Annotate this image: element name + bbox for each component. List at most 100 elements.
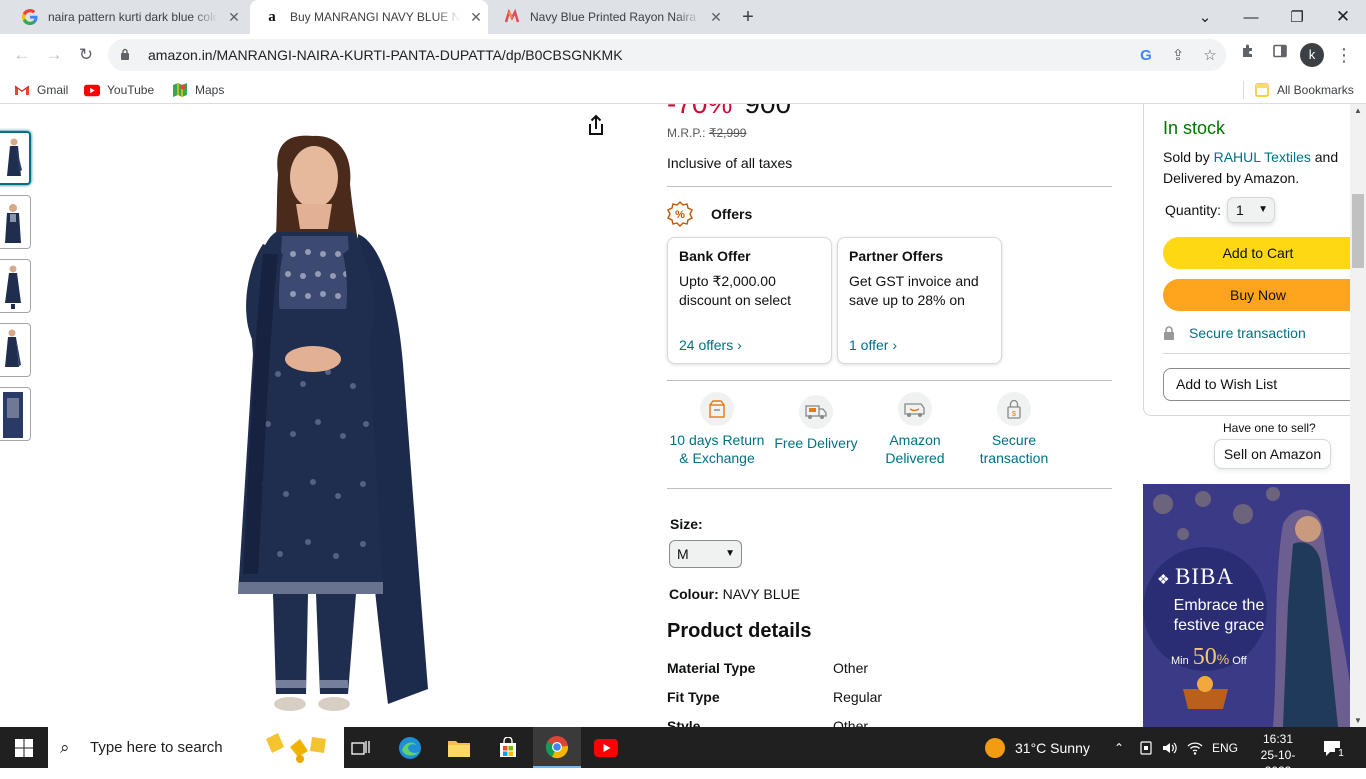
maps-icon <box>172 82 188 98</box>
chevron-down-icon: ▼ <box>725 548 735 559</box>
side-panel-icon[interactable] <box>1268 43 1292 67</box>
scroll-up-arrow-icon[interactable]: ▲ <box>1350 106 1366 115</box>
secure-lock-icon: $ <box>997 392 1031 426</box>
ad-tagline: Embrace the festive grace <box>1157 596 1281 636</box>
amazon-product-page: -70% 900 M.R.P.: ₹2,999 Inclusive of all … <box>0 104 1350 727</box>
offer-card-bank[interactable]: Bank Offer Upto ₹2,000.00 discount on se… <box>667 237 832 364</box>
ad-percent: 50 <box>1192 644 1217 670</box>
weather-text: 31°C Sunny <box>1015 739 1090 756</box>
forward-arrow-icon[interactable]: → <box>42 43 66 67</box>
device-icon[interactable] <box>1139 727 1153 768</box>
all-bookmarks-label: All Bookmarks <box>1277 83 1354 97</box>
tab-myntra[interactable]: Navy Blue Printed Rayon Naira Cut ✕ <box>490 0 730 34</box>
thumbnail-4[interactable] <box>0 323 31 377</box>
notification-center-icon[interactable]: 1 <box>1322 727 1347 768</box>
offer-link[interactable]: 1 offer › <box>849 337 897 353</box>
scrollbar-thumb[interactable] <box>1352 194 1364 268</box>
folder-icon <box>1254 82 1270 98</box>
offer-card-partner[interactable]: Partner Offers Get GST invoice and save … <box>837 237 1002 364</box>
scroll-down-arrow-icon[interactable]: ▼ <box>1350 716 1366 725</box>
offer-link[interactable]: 24 offers › <box>679 337 742 353</box>
price-value: 900 <box>744 104 791 119</box>
volume-icon[interactable] <box>1162 727 1178 768</box>
model-in-kurti-image <box>238 135 428 711</box>
youtube-app-icon[interactable] <box>582 727 630 768</box>
bookmark-maps[interactable]: Maps <box>172 81 224 99</box>
thumbnail-1[interactable] <box>0 131 31 185</box>
task-view-icon[interactable] <box>337 727 385 768</box>
close-tab-icon[interactable]: ✕ <box>466 9 486 26</box>
microsoft-store-icon[interactable] <box>484 727 532 768</box>
close-tab-icon[interactable]: ✕ <box>224 9 244 26</box>
divider <box>667 380 1112 381</box>
buy-now-button[interactable]: Buy Now <box>1163 279 1350 311</box>
secure-label: Secure transaction <box>1189 325 1306 341</box>
size-dropdown[interactable]: M ▼ <box>669 540 742 568</box>
share-page-icon[interactable]: ⇪ <box>1162 46 1194 64</box>
weather-widget[interactable]: 31°C Sunny <box>985 727 1090 768</box>
main-product-image[interactable] <box>38 104 624 727</box>
sun-icon <box>985 737 1005 758</box>
chevron-down-icon: ▼ <box>1258 204 1269 215</box>
add-to-cart-button[interactable]: Add to Cart <box>1163 237 1350 269</box>
windows-taskbar: ⌕ Type here to search 31°C Sunny ⌃ ENG 1… <box>0 727 1366 778</box>
badge-free-delivery[interactable]: Free Delivery <box>766 395 866 452</box>
badge-secure[interactable]: $ Secure transaction <box>964 392 1064 467</box>
thumbnail-3[interactable] <box>0 259 31 313</box>
svg-text:$: $ <box>1012 411 1016 418</box>
taskbar-search-box[interactable]: ⌕ Type here to search <box>48 727 344 768</box>
bookmark-star-icon[interactable]: ☆ <box>1194 46 1226 64</box>
offer-body: Upto ₹2,000.00 discount on select Credit… <box>679 273 792 308</box>
secure-transaction-link[interactable]: Secure transaction <box>1163 325 1306 341</box>
page-scrollbar[interactable]: ▲ ▼ <box>1350 104 1366 727</box>
bookmark-label: Maps <box>195 83 225 97</box>
google-translate-icon[interactable]: G <box>1130 47 1162 64</box>
windows-start-button[interactable] <box>0 727 48 768</box>
divider <box>667 488 1112 489</box>
bookmark-gmail[interactable]: Gmail <box>14 81 68 99</box>
badge-return[interactable]: 10 days Return & Exchange <box>667 392 767 467</box>
bookmark-youtube[interactable]: YouTube <box>84 81 154 99</box>
thumbnail-5[interactable] <box>0 387 31 441</box>
badge-label: 10 days Return & Exchange <box>669 432 765 466</box>
share-icon[interactable] <box>582 112 610 140</box>
input-language[interactable]: ENG <box>1212 727 1238 768</box>
new-tab-button[interactable]: + <box>736 5 760 29</box>
quantity-dropdown[interactable]: 1 ▼ <box>1227 197 1276 223</box>
close-tab-icon[interactable]: ✕ <box>706 9 726 26</box>
tab-google-search[interactable]: naira pattern kurti dark blue colour ✕ <box>8 0 248 34</box>
restore-button[interactable]: ❐ <box>1274 0 1320 34</box>
biba-advertisement[interactable]: ❖ BIBA Embrace the festive grace Min 50 … <box>1143 484 1350 727</box>
site-info-lock-icon[interactable] <box>120 48 136 63</box>
product-details-title: Product details <box>667 620 812 642</box>
add-to-wish-list-button[interactable]: Add to Wish List <box>1163 368 1350 401</box>
extensions-puzzle-icon[interactable] <box>1236 43 1260 67</box>
detail-value: Other <box>833 660 869 676</box>
back-arrow-icon[interactable]: ← <box>10 43 34 67</box>
sell-on-amazon-button[interactable]: Sell on Amazon <box>1214 439 1331 469</box>
badge-amazon-delivered[interactable]: Amazon Delivered <box>865 392 965 467</box>
thumbnail-2[interactable] <box>0 195 31 249</box>
minimize-button[interactable]: — <box>1228 0 1274 34</box>
mrp-label: M.R.P.: <box>667 126 706 140</box>
profile-avatar[interactable]: k <box>1300 43 1324 67</box>
tab-amazon-product[interactable]: a Buy MANRANGI NAVY BLUE NAIRA ✕ <box>250 0 488 34</box>
svg-text:%: % <box>675 209 685 221</box>
edge-browser-icon[interactable] <box>386 727 434 768</box>
all-bookmarks-button[interactable]: All Bookmarks <box>1254 81 1354 99</box>
size-value: M <box>677 546 689 562</box>
system-clock[interactable]: 16:31 25-10-2023 <box>1250 731 1306 779</box>
tab-title: naira pattern kurti dark blue colour <box>48 10 218 24</box>
detail-key: Fit Type <box>667 689 720 705</box>
address-bar[interactable]: amazon.in/MANRANGI-NAIRA-KURTI-PANTA-DUP… <box>108 39 1226 71</box>
more-menu-icon[interactable]: ⋮ <box>1332 43 1356 67</box>
seller-link[interactable]: RAHUL Textiles <box>1214 149 1311 165</box>
show-hidden-icons-chevron-icon[interactable]: ⌃ <box>1114 727 1124 768</box>
close-window-button[interactable]: ✕ <box>1320 0 1366 34</box>
chrome-icon[interactable] <box>533 727 581 768</box>
wifi-icon[interactable] <box>1187 727 1203 768</box>
tab-search-chevron-icon[interactable]: ⌄ <box>1182 0 1228 34</box>
file-explorer-icon[interactable] <box>435 727 483 768</box>
reload-icon[interactable]: ↻ <box>74 43 98 67</box>
tab-strip: naira pattern kurti dark blue colour ✕ a… <box>0 0 1366 34</box>
